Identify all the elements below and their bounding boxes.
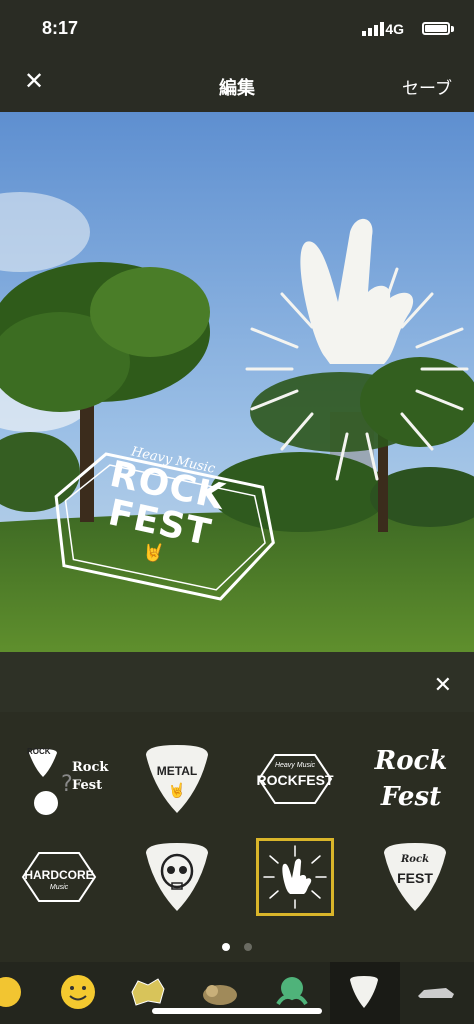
mini-rock-label: ROCK (27, 747, 51, 756)
metal-pick-label: METAL (156, 764, 198, 778)
car-icon (418, 988, 454, 998)
status-bar: 8:17 4G (0, 0, 474, 56)
mini-fest-script: Fest (72, 778, 103, 793)
battery-cap (451, 26, 454, 32)
page-dot-1[interactable] (221, 943, 230, 951)
script-fest-label: Fest (380, 782, 442, 812)
metal-hand-icon: 🤘 (168, 782, 186, 798)
battery-icon (422, 22, 450, 35)
hardcore-label: HARDCORE (24, 868, 94, 882)
sticker-rock-hand-burst[interactable] (256, 838, 334, 916)
sticker-category-rock[interactable] (344, 972, 384, 1012)
sticker-hardcore-badge[interactable]: HARDCORE Music (14, 832, 104, 922)
nav-bar: ✕ 編集 セーブ (0, 56, 474, 112)
sticker-category-emoji-partial[interactable] (0, 972, 26, 1012)
sticker-panel-header: ✕ (0, 652, 474, 713)
mini-rock-script: Rock (72, 760, 109, 775)
page-indicator (0, 938, 474, 951)
sticker-category-smiley[interactable] (58, 972, 98, 1012)
close-panel-icon[interactable]: ✕ (434, 672, 452, 698)
smiley-icon (61, 975, 95, 1009)
script-rock-label: Rock (374, 746, 448, 776)
skull-pick-shape (146, 843, 208, 911)
partial-emoji-icon (0, 977, 21, 1007)
sticker-metal-pick[interactable]: METAL 🤘 (132, 734, 222, 824)
sticker-category-car[interactable] (416, 972, 456, 1012)
sticker-rock-fest-pick[interactable]: Rock FEST (370, 832, 460, 922)
signal-icon (362, 22, 384, 36)
sticker-skull-pick[interactable] (132, 832, 222, 922)
hardcore-sub-label: Music (49, 884, 69, 891)
rockfest-badge-subtitle: Heavy Music (274, 762, 316, 769)
sticker-category-comic[interactable] (128, 972, 168, 1012)
sticker-category-animal[interactable] (200, 972, 240, 1012)
pick-fest-label: FEST (397, 870, 433, 886)
svg-text:?: ? (61, 772, 73, 797)
sticker-category-tray (0, 962, 474, 1024)
sticker-rockfest-badge[interactable]: Heavy Music ROCKFEST (250, 734, 340, 824)
rock-hand-burst-icon (263, 845, 327, 909)
octopus-icon (276, 977, 308, 1006)
sticker-category-character[interactable] (272, 972, 312, 1012)
sticker-grid: ? ROCK Rock Fest METAL 🤘 Heavy Music ROC… (0, 712, 474, 940)
photo-canvas[interactable]: Heavy Music ROCK FEST 🤘 (0, 112, 474, 652)
sticker-mixed-mini-pack[interactable]: ? ROCK Rock Fest (16, 734, 109, 824)
sticker-rock-fest-script[interactable]: Rock Fest (366, 734, 456, 824)
pick-category-icon (350, 976, 378, 1008)
network-type: 4G (385, 21, 404, 37)
metal-pick-shape (146, 745, 208, 813)
sloth-icon (203, 985, 237, 1005)
pick-rock-label: Rock (401, 854, 429, 865)
rockfest-badge-title: ROCKFEST (256, 772, 334, 788)
comic-burst-icon (131, 978, 165, 1006)
home-indicator (152, 1008, 322, 1014)
save-button[interactable]: セーブ (402, 74, 452, 99)
status-time: 8:17 (42, 18, 79, 38)
page-dot-2[interactable] (244, 943, 253, 951)
